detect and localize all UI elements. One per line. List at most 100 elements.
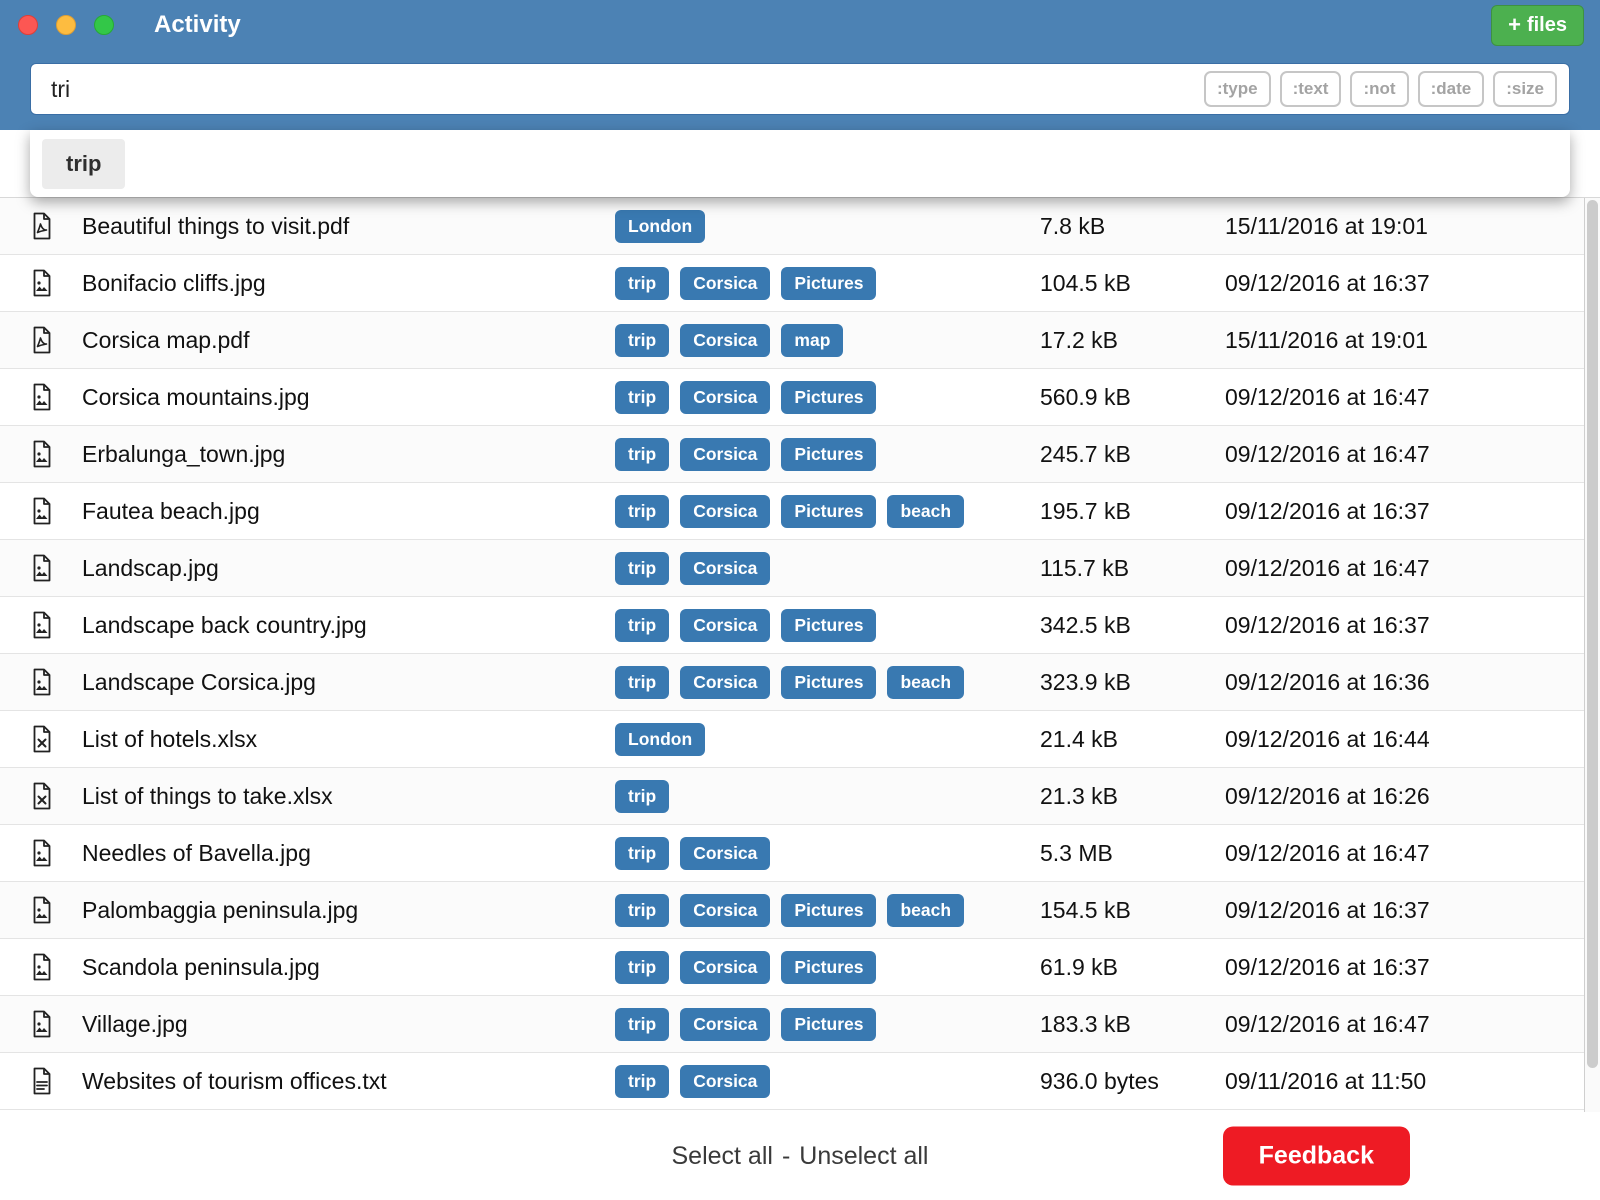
tag-badge[interactable]: trip bbox=[615, 780, 669, 813]
file-row[interactable]: Palombaggia peninsula.jpgtripCorsicaPict… bbox=[0, 882, 1584, 939]
tag-badge[interactable]: Pictures bbox=[781, 951, 876, 984]
file-row[interactable]: Websites of tourism offices.txttrip Corsi… bbox=[0, 1053, 1584, 1110]
minimize-button[interactable] bbox=[56, 15, 76, 35]
tag-badge[interactable]: trip bbox=[615, 267, 669, 300]
select-links-separator: - bbox=[782, 1142, 790, 1171]
filter-text-button[interactable]: :text bbox=[1280, 71, 1342, 107]
footer: Select all - Unselect all Feedback bbox=[0, 1112, 1600, 1200]
scrollbar-thumb[interactable] bbox=[1587, 200, 1598, 1068]
traffic-lights bbox=[0, 15, 114, 35]
tag-badge[interactable]: Pictures bbox=[781, 609, 876, 642]
filter-size-button[interactable]: :size bbox=[1493, 71, 1557, 107]
file-name: List of hotels.xlsx bbox=[82, 726, 615, 753]
file-row[interactable]: Landscape Corsica.jpgtripCorsicaPictures… bbox=[0, 654, 1584, 711]
tag-badge[interactable]: Corsica bbox=[680, 267, 770, 300]
file-name: Scandola peninsula.jpg bbox=[82, 954, 615, 981]
tag-badge[interactable]: London bbox=[615, 723, 705, 756]
tag-badge[interactable]: Corsica bbox=[680, 1008, 770, 1041]
file-row[interactable]: Needles of Bavella.jpgtripCorsica5.3 MB0… bbox=[0, 825, 1584, 882]
tag-badge[interactable]: trip bbox=[615, 438, 669, 471]
tag-badge[interactable]: London bbox=[615, 210, 705, 243]
file-name: Websites of tourism offices.txt bbox=[82, 1068, 615, 1095]
tag-badge[interactable]: trip bbox=[615, 609, 669, 642]
tag-list: trip Corsica Pictures beach bbox=[615, 894, 1040, 927]
file-row[interactable]: Corsica map.pdftripCorsicamap17.2 kB15/1… bbox=[0, 312, 1584, 369]
tag-badge[interactable]: Pictures bbox=[781, 495, 876, 528]
tag-badge[interactable]: beach bbox=[887, 894, 964, 927]
tag-badge[interactable]: Pictures bbox=[781, 1008, 876, 1041]
select-all-link[interactable]: Select all bbox=[671, 1142, 772, 1171]
file-row[interactable]: Bonifacio cliffs.jpgtripCorsicaPictures1… bbox=[0, 255, 1584, 312]
tag-badge[interactable]: Corsica bbox=[680, 438, 770, 471]
tag-badge[interactable]: Corsica bbox=[680, 552, 770, 585]
file-row[interactable]: Erbalunga_town.jpgtripCorsicaPictures245… bbox=[0, 426, 1584, 483]
feedback-button[interactable]: Feedback bbox=[1223, 1127, 1410, 1186]
file-size: 936.0 bytes bbox=[1040, 1068, 1225, 1095]
add-files-button[interactable]: + files bbox=[1491, 5, 1584, 46]
tag-badge[interactable]: trip bbox=[615, 495, 669, 528]
tag-badge[interactable]: trip bbox=[615, 951, 669, 984]
tag-badge[interactable]: trip bbox=[615, 666, 669, 699]
image-file-icon bbox=[30, 953, 82, 981]
file-size: 21.4 kB bbox=[1040, 726, 1225, 753]
tag-badge[interactable]: Corsica bbox=[680, 894, 770, 927]
file-size: 21.3 kB bbox=[1040, 783, 1225, 810]
search-input[interactable] bbox=[51, 76, 1204, 103]
zoom-button[interactable] bbox=[94, 15, 114, 35]
file-row[interactable]: Corsica mountains.jpgtripCorsicaPictures… bbox=[0, 369, 1584, 426]
tag-badge[interactable]: Corsica bbox=[680, 609, 770, 642]
tag-badge[interactable]: map bbox=[781, 324, 843, 357]
tag-badge[interactable]: Pictures bbox=[781, 267, 876, 300]
file-row[interactable]: Landscap.jpgtripCorsica115.7 kB09/12/201… bbox=[0, 540, 1584, 597]
app-window: Activity + files :type :text :not :date … bbox=[0, 0, 1600, 1200]
close-button[interactable] bbox=[18, 15, 38, 35]
tag-badge[interactable]: trip bbox=[615, 1065, 669, 1098]
scrollbar-track[interactable] bbox=[1584, 198, 1600, 1112]
unselect-all-link[interactable]: Unselect all bbox=[799, 1142, 928, 1171]
tag-badge[interactable]: Corsica bbox=[680, 666, 770, 699]
file-row[interactable]: Landscape back country.jpgtripCorsicaPic… bbox=[0, 597, 1584, 654]
tag-list: trip Corsica Pictures bbox=[615, 951, 1040, 984]
tag-badge[interactable]: Pictures bbox=[781, 381, 876, 414]
tag-list: trip Corsica bbox=[615, 837, 1040, 870]
tag-badge[interactable]: trip bbox=[615, 837, 669, 870]
file-row[interactable]: Fautea beach.jpgtripCorsicaPicturesbeach… bbox=[0, 483, 1584, 540]
file-size: 7.8 kB bbox=[1040, 213, 1225, 240]
tag-list: London bbox=[615, 210, 1040, 243]
tag-list: trip Corsica Pictures bbox=[615, 609, 1040, 642]
tag-badge[interactable]: trip bbox=[615, 381, 669, 414]
tag-badge[interactable]: Pictures bbox=[781, 894, 876, 927]
suggestion-item-trip[interactable]: trip bbox=[42, 139, 125, 189]
file-date: 09/12/2016 at 16:37 bbox=[1225, 612, 1584, 639]
file-date: 09/12/2016 at 16:37 bbox=[1225, 270, 1584, 297]
tag-badge[interactable]: Pictures bbox=[781, 666, 876, 699]
file-row[interactable]: List of hotels.xlsxLondon21.4 kB09/12/20… bbox=[0, 711, 1584, 768]
tag-badge[interactable]: trip bbox=[615, 894, 669, 927]
tag-badge[interactable]: Corsica bbox=[680, 837, 770, 870]
tag-list: trip Corsica bbox=[615, 1065, 1040, 1098]
tag-badge[interactable]: Corsica bbox=[680, 495, 770, 528]
tag-list: trip Corsica Pictures beach bbox=[615, 666, 1040, 699]
file-date: 09/11/2016 at 11:50 bbox=[1225, 1068, 1584, 1095]
tag-badge[interactable]: beach bbox=[887, 495, 964, 528]
tag-badge[interactable]: Corsica bbox=[680, 324, 770, 357]
filter-not-button[interactable]: :not bbox=[1350, 71, 1408, 107]
file-size: 195.7 kB bbox=[1040, 498, 1225, 525]
tag-badge[interactable]: trip bbox=[615, 552, 669, 585]
tag-badge[interactable]: trip bbox=[615, 1008, 669, 1041]
tag-badge[interactable]: Corsica bbox=[680, 381, 770, 414]
tag-badge[interactable]: Corsica bbox=[680, 1065, 770, 1098]
file-row[interactable]: List of things to take.xlsxtrip21.3 kB09… bbox=[0, 768, 1584, 825]
filter-date-button[interactable]: :date bbox=[1418, 71, 1485, 107]
tag-badge[interactable]: Pictures bbox=[781, 438, 876, 471]
tag-badge[interactable]: beach bbox=[887, 666, 964, 699]
file-row[interactable]: Beautiful things to visit.pdfLondon7.8 k… bbox=[0, 198, 1584, 255]
tag-badge[interactable]: Corsica bbox=[680, 951, 770, 984]
tag-badge[interactable]: trip bbox=[615, 324, 669, 357]
file-size: 104.5 kB bbox=[1040, 270, 1225, 297]
image-file-icon bbox=[30, 896, 82, 924]
file-row[interactable]: Scandola peninsula.jpgtrip Corsica Picture… bbox=[0, 939, 1584, 996]
filter-type-button[interactable]: :type bbox=[1204, 71, 1271, 107]
image-file-icon bbox=[30, 497, 82, 525]
file-row[interactable]: Village.jpgtripCorsicaPictures183.3 kB09… bbox=[0, 996, 1584, 1053]
